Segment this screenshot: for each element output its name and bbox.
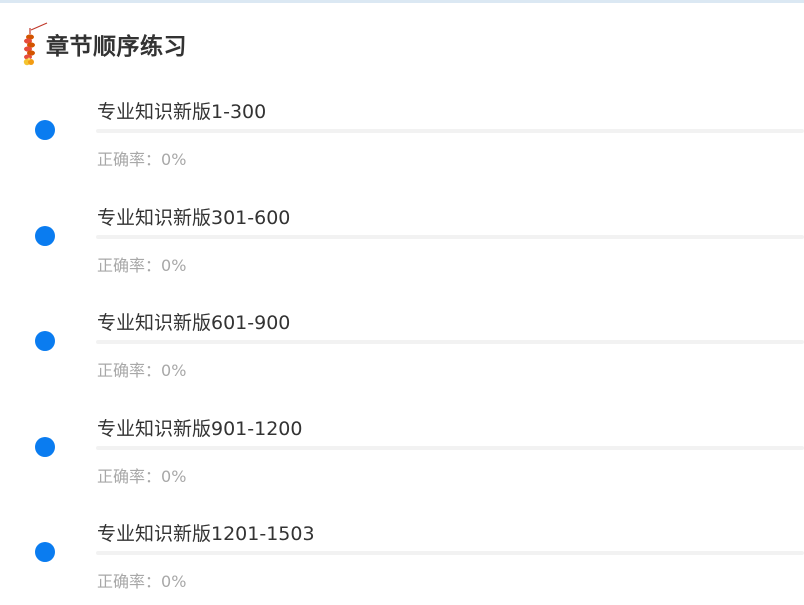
chapter-title: 专业知识新版601-900 (97, 312, 291, 334)
accuracy-text: 正确率：0% (97, 463, 186, 487)
chapter-item[interactable]: 专业知识新版901-1200 正确率：0% (0, 407, 804, 513)
accuracy-value: 0% (161, 361, 187, 380)
status-dot (35, 542, 55, 562)
accuracy-text: 正确率：0% (97, 252, 186, 276)
chapter-title: 专业知识新版901-1200 (97, 417, 303, 440)
accuracy-label: 正确率： (97, 466, 162, 486)
accuracy-label: 正确率： (97, 150, 162, 169)
chapter-title: 专业知识新版301-600 (97, 206, 291, 229)
accuracy-value: 0% (161, 150, 187, 169)
accuracy-label: 正确率： (97, 361, 162, 380)
accuracy-label: 正确率： (97, 572, 162, 591)
progress-bar (96, 340, 804, 344)
progress-bar (96, 129, 804, 133)
accuracy-text: 正确率：0% (97, 357, 186, 381)
chapter-item[interactable]: 专业知识新版1201-1503 正确率：0% (0, 512, 804, 605)
accuracy-value: 0% (161, 466, 187, 486)
chapter-item[interactable]: 专业知识新版601-900 正确率：0% (0, 301, 804, 407)
firecracker-icon (23, 22, 48, 66)
section-header: 章节顺序练习 (18, 22, 187, 66)
top-border (0, 0, 804, 3)
progress-bar (96, 234, 804, 239)
chapter-list: 专业知识新版1-300 正确率：0% 专业知识新版301-600 正确率：0% … (0, 90, 804, 605)
accuracy-text: 正确率：0% (97, 146, 186, 170)
status-dot (35, 225, 55, 246)
chapter-item[interactable]: 专业知识新版1-300 正确率：0% (0, 90, 804, 196)
page-title: 章节顺序练习 (46, 34, 187, 60)
status-dot (35, 331, 55, 351)
progress-bar (96, 551, 804, 555)
progress-bar (96, 445, 804, 450)
accuracy-text: 正确率：0% (97, 568, 186, 592)
chapter-title: 专业知识新版1-300 (97, 101, 267, 123)
accuracy-value: 0% (161, 572, 187, 591)
accuracy-value: 0% (161, 255, 187, 275)
status-dot (35, 120, 55, 140)
accuracy-label: 正确率： (97, 255, 162, 275)
chapter-item[interactable]: 专业知识新版301-600 正确率：0% (0, 196, 804, 302)
practice-page: 章节顺序练习 专业知识新版1-300 正确率：0% 专业知识新版301-600 … (0, 0, 804, 605)
chapter-title: 专业知识新版1201-1503 (97, 523, 315, 545)
status-dot (35, 436, 55, 457)
